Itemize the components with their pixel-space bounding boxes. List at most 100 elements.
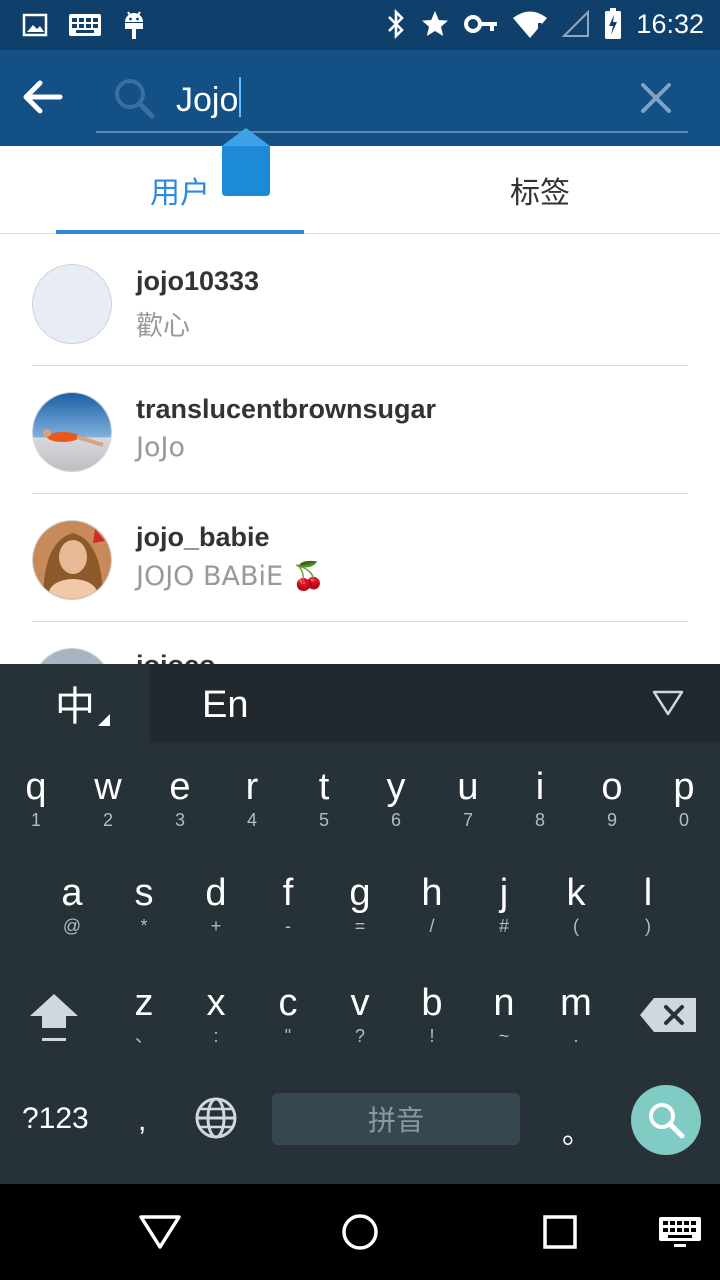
key-f[interactable]: f-: [252, 872, 324, 938]
key-z[interactable]: z、: [108, 982, 180, 1048]
key-r[interactable]: r4: [216, 766, 288, 832]
username: jojo_babie: [136, 522, 270, 552]
key-v[interactable]: v?: [324, 982, 396, 1048]
shift-key[interactable]: [16, 990, 92, 1052]
key-i[interactable]: i8: [504, 766, 576, 832]
text-selection-handle[interactable]: [220, 126, 272, 198]
period-key[interactable]: 。: [562, 1108, 592, 1152]
key-p[interactable]: p0: [648, 766, 720, 832]
backspace-key[interactable]: [636, 990, 702, 1040]
back-nav-button[interactable]: [138, 1214, 182, 1255]
globe-icon: [195, 1097, 237, 1139]
chinese-mode-label: 中: [55, 684, 95, 730]
close-icon: [641, 83, 671, 113]
hide-keyboard-button[interactable]: [652, 690, 684, 721]
star-icon: [420, 9, 450, 39]
key-alt-symbol: 9: [606, 810, 617, 830]
key-o[interactable]: o9: [576, 766, 648, 832]
back-arrow-icon: [23, 80, 63, 114]
key-x[interactable]: x:: [180, 982, 252, 1048]
key-alt-symbol: 4: [246, 810, 257, 830]
key-alt-symbol: ): [645, 916, 651, 936]
key-alt-symbol: ~: [498, 1026, 510, 1046]
key-q[interactable]: q1: [0, 766, 72, 832]
key-d[interactable]: d +: [180, 872, 252, 938]
key-letter: o: [601, 766, 623, 808]
tab-users-label: 用户: [150, 176, 210, 211]
chinese-mode-key[interactable]: 中: [0, 664, 150, 742]
cellular-icon: [562, 10, 590, 38]
shift-arrow-icon: [30, 994, 78, 1041]
key-n[interactable]: n ~: [468, 982, 540, 1048]
key-alt-symbol: -: [285, 916, 291, 936]
key-letter: u: [457, 766, 479, 808]
key-u[interactable]: u7: [432, 766, 504, 832]
recents-square-icon: [543, 1215, 577, 1249]
key-letter: p: [673, 766, 695, 808]
wifi-icon: [512, 9, 548, 39]
username: translucentbrownsugar: [136, 394, 437, 424]
key-k[interactable]: k(: [540, 872, 612, 938]
key-letter: j: [499, 872, 509, 914]
key-m[interactable]: m.: [540, 982, 612, 1048]
key-alt-symbol: =: [354, 916, 366, 936]
key-g[interactable]: g =: [324, 872, 396, 938]
language-switch-key[interactable]: [194, 1096, 238, 1145]
space-key[interactable]: 拼音: [272, 1093, 520, 1145]
android-debug-icon: [122, 10, 146, 40]
key-letter: n: [493, 982, 515, 1024]
search-underline: [96, 131, 688, 133]
key-alt-symbol: .: [573, 1026, 579, 1046]
tab-tags[interactable]: 标签: [360, 146, 720, 234]
comma-key[interactable]: ,: [138, 1104, 146, 1138]
list-item[interactable]: translucentbrownsugar JoJo: [0, 366, 720, 494]
key-letter: x: [206, 982, 226, 1024]
key-letter: w: [94, 766, 122, 808]
home-nav-button[interactable]: [340, 1212, 380, 1257]
key-letter: e: [169, 766, 191, 808]
tab-bar: 用户 标签: [0, 146, 720, 234]
english-mode-key[interactable]: En: [202, 684, 248, 727]
key-letter: d: [205, 872, 227, 914]
key-letter: c: [278, 982, 298, 1024]
back-button[interactable]: [18, 72, 78, 124]
list-item[interactable]: jojo_babie JOJO BABiE 🍒: [0, 494, 720, 622]
full-name: JoJo: [136, 432, 185, 463]
key-s[interactable]: s *: [108, 872, 180, 938]
avatar: [32, 520, 112, 600]
key-letter: b: [421, 982, 443, 1024]
key-w[interactable]: w2: [72, 766, 144, 832]
keyboard-switch-button[interactable]: [658, 1216, 702, 1253]
key-alt-symbol: !: [429, 1026, 435, 1046]
search-submit-key[interactable]: [631, 1085, 701, 1155]
search-input-value: Jojo: [176, 81, 239, 119]
key-l[interactable]: l): [612, 872, 684, 938]
recents-nav-button[interactable]: [542, 1214, 578, 1255]
key-letter: q: [25, 766, 47, 808]
key-b[interactable]: b!: [396, 982, 468, 1048]
corner-triangle-icon: [98, 714, 110, 726]
key-alt-symbol: 6: [390, 810, 401, 830]
status-bar: 16:32: [0, 0, 720, 50]
backspace-icon: [640, 998, 696, 1032]
bluetooth-icon: [386, 8, 406, 40]
search-input[interactable]: Jojo: [176, 77, 242, 120]
key-y[interactable]: y6: [360, 766, 432, 832]
search-icon: [649, 1103, 685, 1139]
tab-tags-label: 标签: [510, 176, 570, 211]
list-item[interactable]: jojo10333 歡心: [0, 238, 720, 366]
keyboard-icon: [659, 1217, 701, 1247]
tab-users[interactable]: 用户: [0, 146, 360, 234]
key-t[interactable]: t5: [288, 766, 360, 832]
clear-search-button[interactable]: [636, 78, 676, 118]
full-name: JOJO BABiE 🍒: [136, 561, 326, 592]
key-h[interactable]: h /: [396, 872, 468, 938]
key-c[interactable]: c ": [252, 982, 324, 1048]
key-a[interactable]: a @: [36, 872, 108, 938]
full-name: 歡心: [136, 311, 190, 342]
symbols-key[interactable]: ?123: [22, 1102, 89, 1136]
key-j[interactable]: j #: [468, 872, 540, 938]
key-e[interactable]: e3: [144, 766, 216, 832]
key-alt-symbol: 2: [102, 810, 113, 830]
key-alt-symbol: 1: [30, 810, 41, 830]
